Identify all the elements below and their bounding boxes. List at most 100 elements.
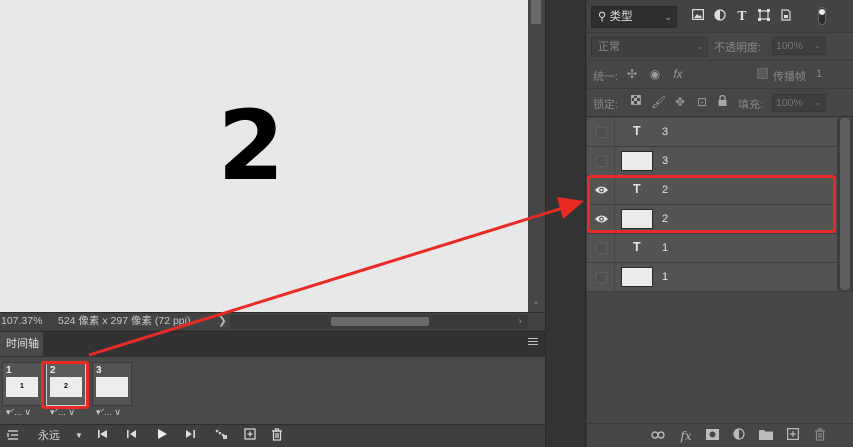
lock-position-icon[interactable]: ✥ bbox=[673, 95, 687, 109]
layer-name[interactable]: 3 bbox=[662, 155, 668, 167]
timeline-frame-1[interactable]: 1 1 ▾ᐟ... ∨ bbox=[2, 362, 42, 420]
link-layers-icon[interactable] bbox=[650, 428, 666, 444]
first-frame-icon[interactable] bbox=[96, 428, 110, 444]
frame-delay[interactable]: ▾ᐟ... ∨ bbox=[6, 407, 31, 418]
layer-row-text-1[interactable]: T 1 bbox=[587, 234, 837, 263]
layer-row-text-3[interactable]: T 3 bbox=[587, 118, 837, 147]
delete-frame-icon[interactable] bbox=[270, 428, 284, 444]
smart-object-filter-icon[interactable] bbox=[779, 9, 793, 23]
layer-filter-row: ⚲ 类型 ⌄ T bbox=[587, 0, 853, 33]
visibility-toggle-off[interactable] bbox=[596, 127, 607, 138]
frame-2-annotation-box bbox=[41, 361, 89, 409]
filter-type-label: 类型 bbox=[609, 11, 633, 23]
tween-icon[interactable] bbox=[214, 428, 228, 444]
type-filter-icon[interactable]: T bbox=[735, 9, 749, 23]
layers-2-annotation-box bbox=[587, 175, 836, 233]
layers-scrollbar[interactable] bbox=[837, 118, 853, 292]
visibility-toggle-off[interactable] bbox=[596, 272, 607, 283]
layer-name[interactable]: 1 bbox=[662, 242, 668, 254]
fill-input[interactable]: 100% ⌄ bbox=[772, 94, 826, 112]
frame-box: 1 1 bbox=[2, 362, 42, 406]
frame-number: 1 bbox=[6, 365, 12, 376]
chevron-down-icon: ⌄ bbox=[696, 42, 703, 51]
blend-mode-select[interactable]: 正常 ⌄ bbox=[591, 37, 708, 57]
lock-transparent-pixels-icon[interactable] bbox=[629, 95, 643, 109]
adjustment-layer-icon[interactable] bbox=[731, 428, 747, 444]
blend-mode-value: 正常 bbox=[598, 41, 620, 53]
canvas-vertical-scrollbar[interactable]: ⌄ bbox=[528, 0, 545, 312]
blend-opacity-row: 正常 ⌄ 不透明度: 100% ⌄ bbox=[587, 33, 853, 61]
propagate-frame-value: 1 bbox=[816, 68, 823, 80]
layer-row-pixel-3[interactable]: 3 bbox=[587, 147, 837, 176]
tab-timeline[interactable]: 时间轴 bbox=[0, 332, 43, 357]
opacity-value: 100% bbox=[776, 40, 803, 52]
filter-toggle-switch[interactable] bbox=[818, 7, 826, 25]
layer-row-pixel-1[interactable]: 1 bbox=[587, 263, 837, 292]
visibility-toggle-off[interactable] bbox=[596, 156, 607, 167]
previous-frame-icon[interactable] bbox=[124, 428, 138, 444]
unify-label: 统一: bbox=[593, 71, 619, 83]
frame-box: 3 bbox=[92, 362, 132, 406]
frame-thumbnail: 1 bbox=[6, 377, 38, 397]
duplicate-frame-icon[interactable] bbox=[243, 428, 257, 444]
lock-artboard-icon[interactable]: ⊡ bbox=[695, 95, 709, 109]
canvas-horizontal-scrollbar[interactable]: › bbox=[230, 315, 528, 329]
play-icon[interactable] bbox=[155, 428, 169, 444]
shape-filter-icon[interactable] bbox=[757, 9, 771, 23]
scroll-down-arrow-icon[interactable]: ⌄ bbox=[531, 296, 541, 306]
opacity-input[interactable]: 100% ⌄ bbox=[772, 37, 826, 55]
layer-thumbnail bbox=[621, 267, 653, 287]
scroll-right-arrow-icon[interactable]: › bbox=[519, 313, 522, 330]
photoshop-window: 2 ⌄ 107.37% 524 像素 x 297 像素 (72 ppi) ❯ ›… bbox=[0, 0, 853, 447]
vertical-scroll-thumb[interactable] bbox=[531, 0, 541, 24]
canvas-text-number: 2 bbox=[217, 90, 285, 202]
text-layer-icon: T bbox=[633, 240, 641, 254]
search-icon: ⚲ bbox=[598, 11, 607, 23]
status-chevron-icon[interactable]: ❯ bbox=[218, 313, 227, 330]
pixel-filter-icon[interactable] bbox=[691, 9, 705, 23]
propagate-frame-label: 传播帧 bbox=[773, 71, 806, 83]
frame-thumbnail bbox=[96, 377, 128, 397]
loop-dropdown-icon[interactable]: ▼ bbox=[74, 428, 84, 444]
text-layer-icon: T bbox=[633, 124, 641, 138]
unify-style-icon[interactable]: fx bbox=[671, 67, 685, 81]
layers-scroll-thumb[interactable] bbox=[840, 118, 850, 290]
unify-row: 统一: ✣ ◉ fx 传播帧 1 bbox=[587, 61, 853, 89]
frame-delay[interactable]: ▾ᐟ... ∨ bbox=[96, 407, 121, 418]
layer-name[interactable]: 3 bbox=[662, 126, 668, 138]
chevron-down-icon: ⌄ bbox=[814, 98, 821, 107]
convert-timeline-icon[interactable] bbox=[6, 428, 20, 444]
frame-number: 3 bbox=[96, 365, 102, 376]
new-layer-icon[interactable] bbox=[785, 428, 801, 444]
status-bar: 107.37% 524 像素 x 297 像素 (72 ppi) ❯ › bbox=[0, 312, 545, 330]
lock-all-icon[interactable] bbox=[715, 94, 729, 110]
layer-style-fx-icon[interactable]: fx bbox=[678, 428, 694, 444]
chevron-down-icon: ⌄ bbox=[814, 41, 821, 50]
timeline-frame-3[interactable]: 3 ▾ᐟ... ∨ bbox=[92, 362, 132, 420]
panel-dock-strip bbox=[545, 0, 586, 447]
layer-name[interactable]: 1 bbox=[662, 271, 668, 283]
document-info: 524 像素 x 297 像素 (72 ppi) bbox=[58, 315, 191, 327]
propagate-frame-checkbox[interactable] bbox=[757, 68, 768, 79]
visibility-toggle-off[interactable] bbox=[596, 243, 607, 254]
unify-position-icon[interactable]: ✣ bbox=[625, 67, 639, 81]
frame-thumbnail-text: 1 bbox=[20, 383, 24, 390]
next-frame-icon[interactable] bbox=[184, 428, 198, 444]
delete-layer-icon[interactable] bbox=[812, 428, 828, 444]
lock-image-pixels-icon[interactable]: 🖌 bbox=[651, 95, 666, 109]
horizontal-scroll-thumb[interactable] bbox=[331, 317, 429, 326]
unify-visibility-icon[interactable]: ◉ bbox=[648, 67, 662, 81]
add-mask-icon[interactable] bbox=[704, 428, 720, 444]
layer-filter-select[interactable]: ⚲ 类型 ⌄ bbox=[591, 6, 677, 28]
lock-row: 锁定: 🖌 ✥ ⊡ 填充: 100% ⌄ bbox=[587, 89, 853, 117]
document-canvas[interactable]: 2 bbox=[0, 0, 528, 312]
loop-options-select[interactable]: 永远 bbox=[38, 428, 64, 444]
layers-panel-footer: fx bbox=[587, 423, 853, 447]
lock-label: 锁定: bbox=[593, 99, 619, 111]
panel-menu-icon[interactable] bbox=[528, 338, 538, 348]
new-group-folder-icon[interactable] bbox=[758, 428, 774, 444]
adjustment-filter-icon[interactable] bbox=[713, 9, 727, 23]
timeline-tab-bar: 时间轴 bbox=[0, 331, 545, 357]
zoom-level[interactable]: 107.37% bbox=[0, 313, 48, 330]
timeline-controls: 永远 ▼ bbox=[0, 424, 545, 447]
